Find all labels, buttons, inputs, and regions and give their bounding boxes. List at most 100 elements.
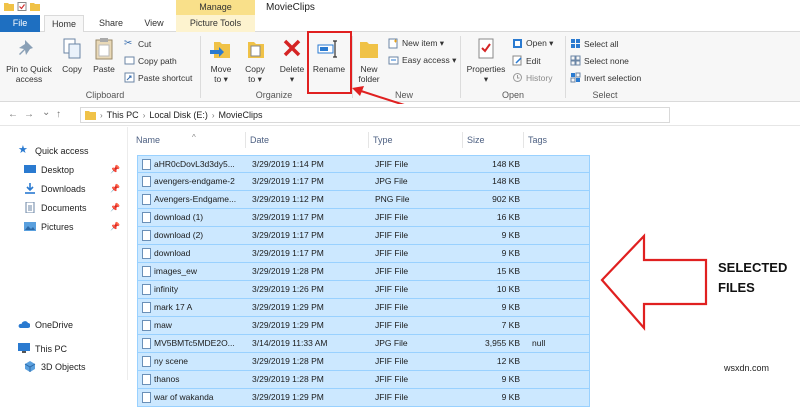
file-size: 9 KB bbox=[501, 248, 520, 258]
new-item-button[interactable]: New item ▾ bbox=[388, 38, 444, 49]
sidebar-item-this-pc[interactable]: This PC bbox=[18, 343, 67, 354]
file-date: 3/29/2019 1:28 PM bbox=[252, 374, 324, 384]
open-button[interactable]: Open ▾ bbox=[512, 38, 553, 49]
move-to-label-line2: to ▾ bbox=[214, 74, 228, 84]
sidebar-item-onedrive[interactable]: OneDrive bbox=[18, 319, 73, 330]
file-type: JPG File bbox=[375, 176, 408, 186]
file-row[interactable]: Avengers-Endgame... 3/29/2019 1:12 PM PNG … bbox=[137, 191, 590, 209]
sidebar-item-quick-access[interactable]: ★ Quick access bbox=[18, 145, 89, 156]
tab-file[interactable]: File bbox=[0, 15, 40, 32]
pin-label-line1: Pin to Quick bbox=[6, 64, 52, 74]
file-row[interactable]: download (2) 3/29/2019 1:17 PM JFIF File 9 … bbox=[137, 227, 590, 245]
cut-button[interactable]: ✂ Cut bbox=[124, 38, 151, 49]
tab-picture-tools[interactable]: Picture Tools bbox=[176, 15, 255, 32]
file-row[interactable]: infinity 3/29/2019 1:26 PM JFIF File 10 KB bbox=[137, 281, 590, 299]
breadcrumb-this-pc[interactable]: This PC bbox=[107, 110, 139, 120]
select-all-button[interactable]: Select all bbox=[570, 38, 619, 49]
quick-access-toolbar bbox=[4, 2, 40, 11]
file-type: JFIF File bbox=[375, 392, 409, 402]
sidebar-item-pictures[interactable]: Pictures bbox=[24, 221, 74, 232]
paste-button[interactable]: Paste bbox=[90, 36, 118, 74]
pin-to-quick-access-button[interactable]: Pin to Quick access bbox=[2, 36, 56, 84]
delete-dropdown-arrow[interactable]: ▾ bbox=[290, 74, 294, 84]
sidebar-item-documents[interactable]: Documents bbox=[24, 202, 87, 213]
invert-selection-icon bbox=[570, 72, 581, 83]
up-arrow-icon[interactable]: ↑ bbox=[56, 109, 61, 120]
pin-icon[interactable]: 📌 bbox=[110, 222, 120, 231]
address-field[interactable]: › This PC › Local Disk (E:) › MovieClips bbox=[80, 107, 670, 123]
column-header-date[interactable]: Date bbox=[250, 135, 269, 145]
column-header-size[interactable]: Size bbox=[467, 135, 485, 145]
checkbox-icon[interactable] bbox=[17, 2, 27, 11]
file-row[interactable]: aHR0cDovL3d3dy5... 3/29/2019 1:14 PM JFIF … bbox=[137, 155, 590, 173]
history-button[interactable]: History bbox=[512, 72, 552, 83]
column-divider[interactable] bbox=[523, 132, 524, 148]
easy-access-icon bbox=[388, 56, 399, 65]
file-type: JPG File bbox=[375, 338, 408, 348]
forward-arrow-icon[interactable]: → bbox=[24, 109, 34, 120]
copy-to-button[interactable]: Copy to ▾ bbox=[240, 36, 270, 84]
tab-share[interactable]: Share bbox=[92, 15, 130, 32]
breadcrumb-movieclips[interactable]: MovieClips bbox=[219, 110, 263, 120]
recent-locations-chevron-icon[interactable]: ⌄ bbox=[42, 107, 50, 118]
pin-icon[interactable]: 📌 bbox=[110, 165, 120, 174]
file-row[interactable]: ny scene 3/29/2019 1:28 PM JFIF File 12 KB bbox=[137, 353, 590, 371]
file-row[interactable]: images_ew 3/29/2019 1:28 PM JFIF File 15 KB bbox=[137, 263, 590, 281]
file-name: ny scene bbox=[154, 356, 189, 366]
group-divider bbox=[200, 36, 201, 98]
file-size: 3,955 KB bbox=[485, 338, 520, 348]
file-name: avengers-endgame-2 bbox=[154, 176, 235, 186]
file-name: mark 17 A bbox=[154, 302, 193, 312]
properties-dropdown-arrow[interactable]: ▾ bbox=[484, 74, 488, 84]
pin-label-line2: access bbox=[15, 74, 43, 84]
move-to-icon bbox=[210, 42, 230, 58]
cube-icon bbox=[24, 361, 36, 372]
column-divider[interactable] bbox=[462, 132, 463, 148]
pin-icon[interactable]: 📌 bbox=[110, 203, 120, 212]
invert-selection-button[interactable]: Invert selection bbox=[570, 72, 641, 83]
file-row[interactable]: avengers-endgame-2 3/29/2019 1:17 PM JPG F… bbox=[137, 173, 590, 191]
column-header-type[interactable]: Type bbox=[373, 135, 393, 145]
sidebar-item-downloads[interactable]: Downloads bbox=[24, 183, 86, 194]
back-arrow-icon[interactable]: ← bbox=[8, 109, 18, 120]
easy-access-button[interactable]: Easy access ▾ bbox=[388, 55, 456, 66]
move-to-label-line1: Move bbox=[210, 64, 232, 74]
history-label: History bbox=[526, 72, 553, 83]
file-row[interactable]: MV5BMTc5MDE2O... 3/14/2019 11:33 AM JPG Fi… bbox=[137, 335, 590, 353]
file-date: 3/29/2019 1:17 PM bbox=[252, 212, 324, 222]
move-to-button[interactable]: Move to ▾ bbox=[206, 36, 236, 84]
delete-button[interactable]: Delete ▾ bbox=[276, 36, 308, 84]
file-row[interactable]: download (1) 3/29/2019 1:17 PM JFIF File 16… bbox=[137, 209, 590, 227]
file-size: 9 KB bbox=[501, 230, 520, 240]
properties-button[interactable]: Properties ▾ bbox=[463, 36, 509, 84]
copy-to-label-line1: Copy bbox=[245, 64, 265, 74]
file-name: download (1) bbox=[154, 212, 204, 222]
select-none-button[interactable]: Select none bbox=[570, 55, 629, 66]
file-row[interactable]: maw 3/29/2019 1:29 PM JFIF File 7 KB bbox=[137, 317, 590, 335]
file-date: 3/29/2019 1:17 PM bbox=[252, 248, 324, 258]
file-row[interactable]: download 3/29/2019 1:17 PM JFIF File 9 KB bbox=[137, 245, 590, 263]
breadcrumb-local-disk[interactable]: Local Disk (E:) bbox=[149, 110, 208, 120]
new-folder-button[interactable]: New folder bbox=[354, 36, 384, 84]
tab-home[interactable]: Home bbox=[44, 15, 84, 32]
paste-shortcut-button[interactable]: Paste shortcut bbox=[124, 72, 192, 83]
file-row[interactable]: thanos 3/29/2019 1:28 PM JFIF File 9 KB bbox=[137, 371, 590, 389]
file-icon bbox=[142, 194, 151, 205]
column-divider[interactable] bbox=[368, 132, 369, 148]
copy-path-button[interactable]: Copy path bbox=[124, 55, 177, 66]
sidebar-item-3d-objects[interactable]: 3D Objects bbox=[24, 361, 86, 372]
file-icon bbox=[142, 266, 151, 277]
edit-button[interactable]: Edit bbox=[512, 55, 541, 66]
file-rows: aHR0cDovL3d3dy5... 3/29/2019 1:14 PM JFIF … bbox=[137, 155, 590, 407]
sidebar-item-desktop[interactable]: Desktop bbox=[24, 164, 74, 175]
column-divider[interactable] bbox=[245, 132, 246, 148]
pin-icon[interactable]: 📌 bbox=[110, 184, 120, 193]
file-row[interactable]: mark 17 A 3/29/2019 1:29 PM JFIF File 9 KB bbox=[137, 299, 590, 317]
column-header-tags[interactable]: Tags bbox=[528, 135, 547, 145]
copy-button[interactable]: Copy bbox=[58, 36, 86, 74]
folder-icon[interactable] bbox=[4, 2, 14, 11]
new-folder-icon[interactable] bbox=[30, 2, 40, 11]
file-row[interactable]: war of wakanda 3/29/2019 1:29 PM JFIF File… bbox=[137, 389, 590, 407]
tab-view[interactable]: View bbox=[137, 15, 171, 32]
column-header-name[interactable]: Name ^ bbox=[136, 133, 196, 145]
